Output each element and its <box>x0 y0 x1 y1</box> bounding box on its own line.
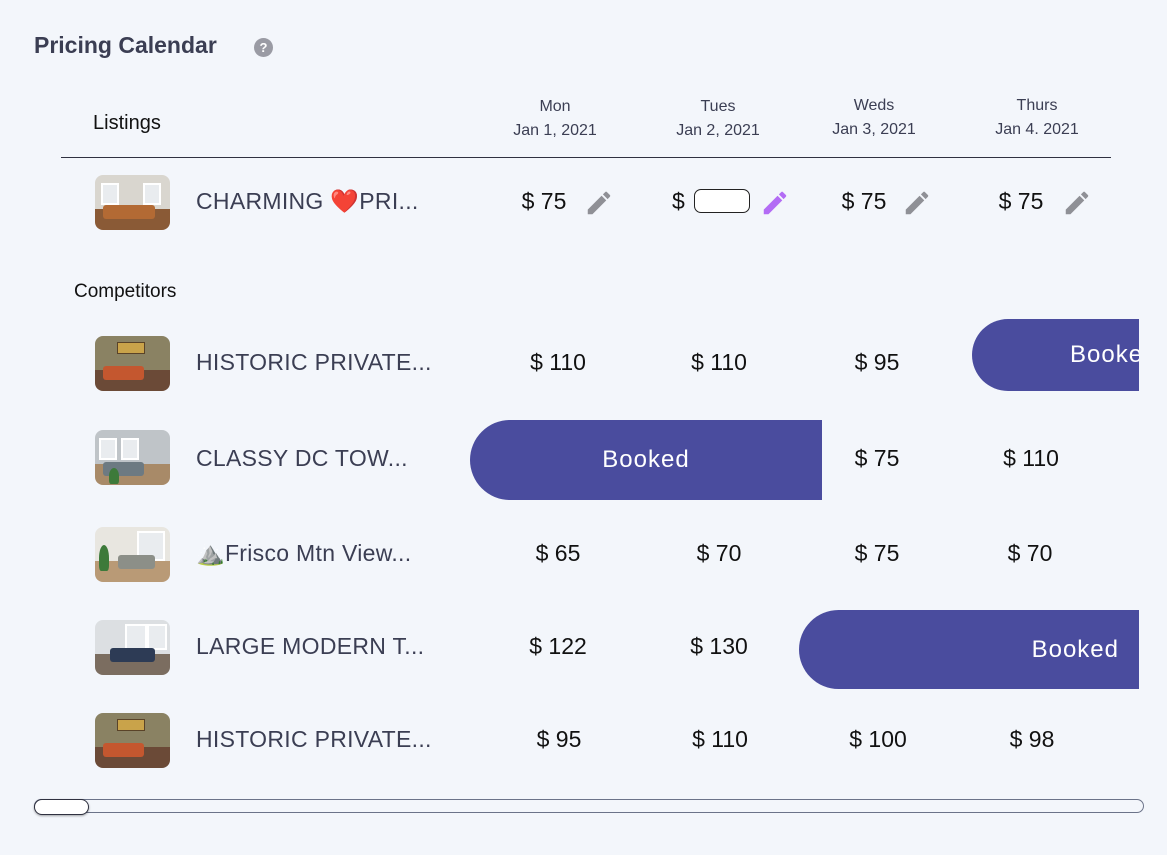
booked-badge: Booked <box>972 319 1139 391</box>
competitor-price: $ 95 <box>854 349 900 375</box>
competitor-thumbnail[interactable] <box>95 527 170 582</box>
competitor-name[interactable]: HISTORIC PRIVATE... <box>196 349 432 376</box>
competitor-price: $ 110 <box>692 726 748 752</box>
horizontal-scrollbar[interactable] <box>34 799 1144 813</box>
competitor-price: $ 95 <box>536 726 582 752</box>
pencil-icon[interactable] <box>902 188 932 218</box>
booked-badge: Booked <box>470 420 822 500</box>
listings-header: Listings <box>93 112 161 134</box>
day-header-thurs: Thurs Jan 4. 2021 <box>957 94 1117 142</box>
day-header-weds: Weds Jan 3, 2021 <box>794 94 954 142</box>
competitor-price: $ 70 <box>1007 540 1053 566</box>
listing-price-tues-currency: $ <box>672 188 685 214</box>
competitor-price: $ 70 <box>696 540 742 566</box>
competitor-price: $ 122 <box>529 633 587 659</box>
competitor-name[interactable]: CLASSY DC TOW... <box>196 445 408 472</box>
booked-badge: Booked <box>799 610 1139 689</box>
day-date: Jan 4. 2021 <box>995 121 1079 138</box>
heart-emoji: ❤️ <box>330 188 360 214</box>
mountain-emoji: ⛰️ <box>196 540 225 566</box>
competitor-price: $ 110 <box>691 349 747 375</box>
day-header-tues: Tues Jan 2, 2021 <box>638 95 798 143</box>
listing-name-prefix: CHARMING <box>196 188 331 214</box>
day-date: Jan 2, 2021 <box>676 122 760 139</box>
day-weekday: Mon <box>539 98 571 115</box>
pencil-icon[interactable] <box>1062 188 1092 218</box>
competitor-name[interactable]: HISTORIC PRIVATE... <box>196 726 432 753</box>
competitor-thumbnail[interactable] <box>95 620 170 675</box>
competitor-name-text: Frisco Mtn View... <box>224 540 412 566</box>
page-title: Pricing Calendar <box>34 32 217 58</box>
competitor-price: $ 100 <box>849 726 907 752</box>
competitor-thumbnail[interactable] <box>95 430 170 485</box>
competitor-price: $ 65 <box>535 540 581 566</box>
listing-name[interactable]: CHARMING ❤️PRI... <box>196 188 419 215</box>
day-weekday: Weds <box>853 97 895 114</box>
help-icon[interactable]: ? <box>254 38 273 57</box>
pencil-icon[interactable] <box>760 188 790 218</box>
competitor-price: $ 130 <box>690 633 748 659</box>
competitor-name[interactable]: ⛰️Frisco Mtn View... <box>196 540 411 567</box>
price-input-tues[interactable] <box>694 189 750 213</box>
day-date: Jan 3, 2021 <box>832 121 916 138</box>
booked-label: Booked <box>602 446 690 473</box>
day-header-mon: Mon Jan 1, 2021 <box>475 95 635 143</box>
competitor-name[interactable]: LARGE MODERN T... <box>196 633 424 660</box>
competitor-price: $ 98 <box>1009 726 1055 752</box>
competitor-price: $ 110 <box>1003 445 1059 471</box>
day-weekday: Thurs <box>1016 97 1058 114</box>
day-weekday: Tues <box>700 98 736 115</box>
booked-label: Booked <box>1031 635 1119 663</box>
scrollbar-thumb[interactable] <box>34 799 89 815</box>
competitor-price: $ 75 <box>854 445 900 471</box>
competitor-thumbnail[interactable] <box>95 336 170 391</box>
day-date: Jan 1, 2021 <box>513 122 597 139</box>
listing-name-suffix: PRI... <box>359 188 419 214</box>
competitors-header: Competitors <box>74 281 177 302</box>
pencil-icon[interactable] <box>584 188 614 218</box>
competitor-price: $ 75 <box>854 540 900 566</box>
listing-thumbnail[interactable] <box>95 175 170 230</box>
booked-label: Booked <box>1070 341 1139 368</box>
competitor-thumbnail[interactable] <box>95 713 170 768</box>
header-divider <box>61 157 1111 158</box>
competitor-price: $ 110 <box>530 349 586 375</box>
